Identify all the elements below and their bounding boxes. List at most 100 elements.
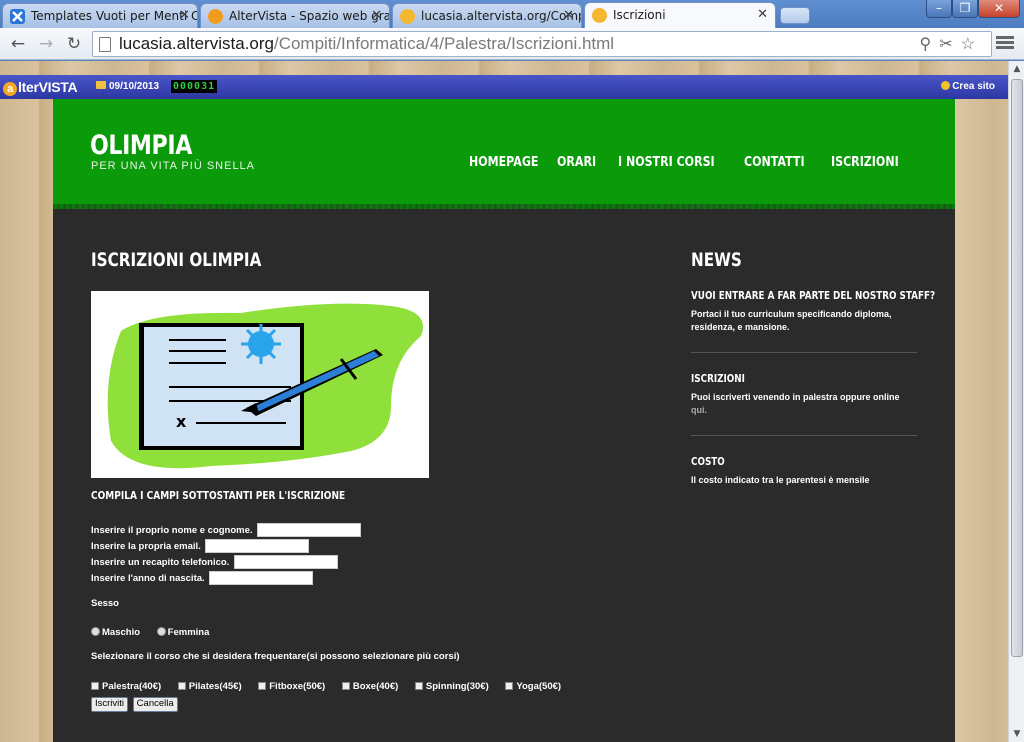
create-site-label: Crea sito: [952, 81, 995, 92]
checkbox-spinning[interactable]: Spinning(30€): [414, 679, 489, 695]
news-item-text-wrap: Puoi iscriverti venendo in palestra oppu…: [691, 391, 917, 417]
nav-orari[interactable]: ORARI: [557, 155, 596, 170]
main-content: ISCRIZIONI OLIMPIA x COMPILA I CAMPI SOT…: [91, 249, 651, 712]
new-tab-button[interactable]: [780, 7, 810, 24]
email-input[interactable]: [205, 539, 310, 554]
phone-label: Inserire un recapito telefonico.: [91, 557, 230, 568]
close-icon[interactable]: ✕: [757, 7, 768, 22]
back-arrow-icon[interactable]: ←: [6, 32, 30, 56]
radio-maschio[interactable]: Maschio: [91, 625, 140, 641]
checkbox-palestra[interactable]: Palestra(40€): [91, 679, 161, 695]
vertical-scrollbar[interactable]: ▲ ▼: [1008, 61, 1024, 742]
radio-button[interactable]: [156, 627, 166, 636]
browser-tab-active[interactable]: Iscrizioni ✕: [584, 2, 776, 29]
altervista-icon: [400, 9, 415, 24]
checkbox-label: Boxe(40€): [352, 681, 399, 692]
checkbox-label: Fitboxe(50€): [269, 681, 326, 692]
main-nav: HOMEPAGE ORARI I NOSTRI CORSI CONTATTI I…: [469, 151, 916, 170]
checkbox-label: Spinning(30€): [425, 681, 489, 692]
radio-button[interactable]: [91, 627, 100, 636]
address-bar[interactable]: lucasia.altervista.org/Compiti/Informati…: [92, 31, 992, 57]
reload-icon[interactable]: ↻: [62, 32, 86, 56]
checkbox[interactable]: [505, 682, 514, 690]
visit-counter: 000031: [171, 80, 218, 93]
registration-illustration: x: [91, 291, 429, 478]
date-text: 09/10/2013: [109, 81, 160, 92]
browser-tab-3[interactable]: lucasia.altervista.org/Compit ✕: [392, 3, 582, 28]
site-logo[interactable]: OLIMPIA: [90, 130, 192, 161]
name-label: Inserire il proprio nome e cognome.: [91, 525, 253, 536]
divider: [691, 352, 917, 353]
close-icon[interactable]: ✕: [371, 8, 382, 23]
birthyear-label: Inserire l'anno di nascita.: [91, 573, 205, 584]
checkbox-label: Palestra(40€): [102, 681, 162, 692]
tools-icon[interactable]: ✂: [939, 36, 960, 53]
divider: [691, 435, 917, 436]
news-item: COSTO Il costo indicato tra le parentesi…: [691, 455, 917, 497]
checkbox-pilates[interactable]: Pilates(45€): [177, 679, 242, 695]
radio-femmina[interactable]: Femmina: [156, 625, 209, 641]
nav-iscrizioni[interactable]: ISCRIZIONI: [831, 155, 899, 170]
name-input[interactable]: [257, 523, 362, 538]
submit-button[interactable]: Iscriviti: [91, 697, 129, 712]
checkbox[interactable]: [414, 682, 423, 690]
scroll-down-arrow-icon[interactable]: ▼: [1011, 728, 1023, 740]
close-icon[interactable]: ✕: [179, 8, 190, 23]
site-container: OLIMPIA PER UNA VITA PIÙ SNELLA HOMEPAGE…: [53, 99, 955, 742]
maximize-button[interactable]: ❐: [952, 0, 978, 18]
news-title: NEWS: [691, 249, 742, 271]
forward-arrow-icon[interactable]: →: [34, 32, 58, 56]
tab-label: lucasia.altervista.org/Compit: [421, 9, 581, 23]
tab-label: Iscrizioni: [613, 8, 666, 22]
checkbox-yoga[interactable]: Yoga(50€): [505, 679, 561, 695]
site-tagline: PER UNA VITA PIÙ SNELLA: [91, 160, 256, 172]
checkbox[interactable]: [91, 682, 99, 690]
browser-titlebar: Templates Vuoti per Menti Cr ✕ AlterVist…: [0, 0, 1024, 29]
course-options: Palestra(40€) Pilates(45€) Fitboxe(50€) …: [91, 679, 651, 695]
minimize-button[interactable]: –: [926, 0, 952, 18]
nav-homepage[interactable]: HOMEPAGE: [469, 155, 538, 170]
browser-toolbar: ← → ↻ lucasia.altervista.org/Compiti/Inf…: [0, 28, 1024, 60]
birthyear-input[interactable]: [209, 571, 314, 586]
sex-label: Sesso: [91, 598, 119, 609]
checkbox[interactable]: [177, 682, 186, 690]
menu-icon[interactable]: [996, 34, 1014, 52]
site-header: OLIMPIA PER UNA VITA PIÙ SNELLA HOMEPAGE…: [53, 99, 955, 209]
online-link[interactable]: qui.: [691, 405, 707, 415]
scrollbar-thumb[interactable]: [1011, 79, 1023, 657]
reset-button[interactable]: Cancella: [132, 697, 178, 712]
close-icon[interactable]: ✕: [563, 8, 574, 23]
url-path: /Compiti/Informatica/4/Palestra/Iscrizio…: [273, 34, 615, 53]
coin-icon: [941, 81, 951, 90]
scroll-up-arrow-icon[interactable]: ▲: [1011, 63, 1023, 75]
nav-corsi[interactable]: I NOSTRI CORSI: [618, 155, 715, 170]
news-item-text: Puoi iscriverti venendo in palestra oppu…: [691, 392, 900, 402]
altervista-logo[interactable]: a lterVISTA: [3, 79, 78, 96]
radio-maschio-label: Maschio: [102, 627, 141, 638]
news-sidebar: NEWS VUOI ENTRARE A FAR PARTE DEL NOSTRO…: [691, 249, 935, 497]
create-site-link[interactable]: Crea sito: [941, 81, 995, 92]
altervista-logo-text: lterVISTA: [18, 79, 78, 95]
search-icon[interactable]: ⚲: [920, 36, 940, 53]
form-row-phone: Inserire un recapito telefonico.: [91, 555, 651, 571]
browser-tab-2[interactable]: AlterVista - Spazio web gratis ✕: [200, 3, 390, 28]
course-label: Selezionare il corso che si desidera fre…: [91, 651, 460, 662]
registration-form: Inserire il proprio nome e cognome. Inse…: [91, 523, 651, 712]
svg-text:x: x: [176, 412, 187, 431]
email-label: Inserire la propria email.: [91, 541, 201, 552]
news-item-title: COSTO: [691, 455, 725, 468]
altervista-icon: [208, 9, 223, 24]
form-row-email: Inserire la propria email.: [91, 539, 651, 555]
browser-tab-1[interactable]: Templates Vuoti per Menti Cr ✕: [2, 3, 198, 28]
news-item: VUOI ENTRARE A FAR PARTE DEL NOSTRO STAF…: [691, 289, 935, 344]
form-row-name: Inserire il proprio nome e cognome.: [91, 523, 651, 539]
checkbox[interactable]: [258, 682, 267, 690]
form-row-birthyear: Inserire l'anno di nascita.: [91, 571, 651, 587]
checkbox-fitboxe[interactable]: Fitboxe(50€): [258, 679, 325, 695]
window-close-button[interactable]: ✕: [978, 0, 1020, 18]
checkbox-boxe[interactable]: Boxe(40€): [341, 679, 399, 695]
checkbox[interactable]: [341, 682, 350, 690]
bookmark-star-icon[interactable]: ☆: [961, 36, 983, 53]
nav-contatti[interactable]: CONTATTI: [744, 155, 805, 170]
phone-input[interactable]: [233, 555, 338, 570]
